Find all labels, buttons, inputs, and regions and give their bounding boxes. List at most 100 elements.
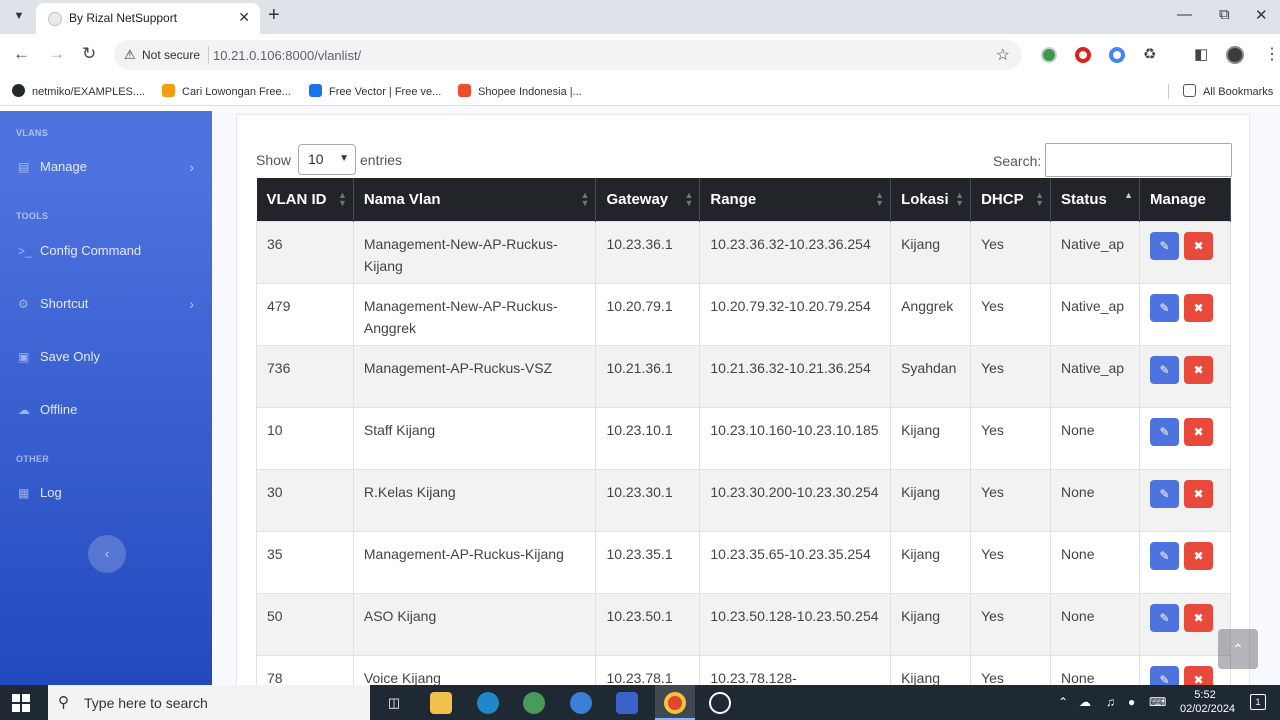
edit-button[interactable]: ✎ [1149,417,1179,446]
browser-tab[interactable]: By Rizal NetSupport ✕ [36,3,260,34]
edit-button[interactable]: ✎ [1149,293,1179,322]
column-header[interactable]: Range ▲ ▼ [699,178,892,221]
task-view-icon[interactable]: ◫ [383,692,405,714]
table-row: 35 Management-AP-Ruckus-Kijang 10.23.35.1 1… [256,530,1232,594]
delete-button[interactable]: ✖ [1183,603,1213,632]
tab-title: By Rizal NetSupport [69,11,178,25]
keyboard-icon[interactable]: ⌨ [1149,695,1166,709]
opera-icon[interactable] [1075,47,1091,63]
tab-strip: ▼ By Rizal NetSupport ✕ + — ⧉ ✕ [0,0,1280,34]
table-cell: 10.20.79.1 [595,282,701,346]
sidebar-item-manage[interactable]: ▤ Manage › [18,159,198,181]
all-bookmarks-button[interactable]: All Bookmarks [1183,84,1273,98]
taskbar-search-placeholder: Type here to search [84,695,208,711]
browser-menu-icon[interactable]: ⋮ [1264,44,1280,64]
delete-button[interactable]: ✖ [1183,479,1213,508]
taskbar-search[interactable]: ⚲ Type here to search [48,685,370,720]
table-cell: Yes [970,530,1052,594]
delete-button[interactable]: ✖ [1183,293,1213,322]
app-icon[interactable] [523,692,545,714]
extension-green-icon[interactable] [1041,47,1057,63]
sidebar-item-save-only[interactable]: ▣ Save Only [18,349,198,371]
sidebar-item-config-command[interactable]: >_ Config Command [18,243,198,265]
bookmark-netmiko[interactable]: netmiko/EXAMPLES.... [12,84,145,98]
table-row: 36 Management-New-AP-Ruckus-Kijang 10.23.3… [256,220,1232,284]
bookmark-shopee[interactable]: Shopee Indonesia |... [458,84,582,98]
edit-button[interactable]: ✎ [1149,231,1179,260]
sort-icon: ▲ ▼ [955,190,965,208]
search-input[interactable] [1045,143,1232,177]
side-panel-icon[interactable]: ◧ [1194,45,1208,63]
delete-button[interactable]: ✖ [1183,541,1213,570]
column-header[interactable]: Nama Vlan ▲ ▼ [353,178,597,221]
divider [1168,84,1169,99]
extension-blue-icon[interactable] [1109,47,1125,63]
not-secure-label[interactable]: Not secure [142,48,200,62]
reload-icon[interactable]: ↻ [82,44,96,64]
url-text[interactable]: 10.21.0.106:8000/vlanlist/ [213,48,361,63]
sidebar-item-log[interactable]: ▦ Log [18,485,198,507]
table-cell: 10.23.50.1 [595,592,701,656]
chevron-up-icon: ⌃ [1232,641,1244,657]
tab-search-button[interactable]: ▼ [8,5,30,27]
forward-icon[interactable]: → [48,44,65,64]
table-cell: 10.20.79.32-10.20.79.254 [699,282,892,346]
delete-button[interactable]: ✖ [1183,355,1213,384]
column-header[interactable]: VLAN ID ▲ ▼ [256,178,354,221]
table-cell: 30 [256,468,354,532]
sidebar-item-shortcut[interactable]: ⚙ Shortcut › [18,296,198,318]
close-window-button[interactable]: ✕ [1255,6,1268,24]
delete-button[interactable]: ✖ [1183,231,1213,260]
bookmark-free-vector[interactable]: Free Vector | Free ve... [309,84,441,98]
column-header[interactable]: DHCP ▲ ▼ [970,178,1052,221]
edit-button[interactable]: ✎ [1149,355,1179,384]
table-cell: Yes [970,468,1052,532]
windows-taskbar: ⚲ Type here to search ◫ ⌃ ☁ ♫ ● ⌨ 5:52 0… [0,685,1280,720]
minimize-button[interactable]: — [1177,6,1192,23]
table-cell: 10.23.35.1 [595,530,701,594]
edit-button[interactable]: ✎ [1149,479,1179,508]
table-cell: Management-New-AP-Ruckus-Anggrek [352,282,597,346]
sidebar-toggle-button[interactable]: ‹ [88,535,126,573]
taskbar-clock[interactable]: 5:52 02/02/2024 [1180,688,1235,716]
entries-per-page-select[interactable]: 10 ▼ [298,144,356,175]
table-cell: None [1050,530,1140,594]
chevron-right-icon: › [189,296,194,312]
edit-button[interactable]: ✎ [1149,603,1179,632]
table-cell: Management-AP-Ruckus-VSZ [352,344,597,408]
bookmark-star-icon[interactable]: ☆ [996,45,1010,65]
column-header[interactable]: Status ▲ [1050,178,1140,221]
bookmark-cari-lowongan[interactable]: Cari Lowongan Free... [162,84,291,98]
sort-icon: ▲ ▼ [684,190,694,208]
sort-icon: ▲ ▼ [580,190,590,208]
network-icon[interactable]: ☁ [1079,695,1091,709]
app-icon[interactable] [709,692,731,714]
edit-button[interactable]: ✎ [1149,541,1179,570]
new-tab-button[interactable]: + [268,5,280,25]
table-cell: Kijang [890,592,972,656]
volume-icon[interactable]: ♫ [1106,695,1115,709]
address-bar[interactable]: ⚠ Not secure 10.21.0.106:8000/vlanlist/ … [114,40,1022,70]
file-explorer-icon[interactable] [430,692,452,714]
windows-start-icon[interactable] [12,694,30,712]
chrome-icon[interactable] [664,692,686,714]
app-icon[interactable] [570,692,592,714]
show-label: Show [256,152,292,168]
column-header[interactable]: Gateway ▲ ▼ [595,178,701,221]
table-cell: Management-AP-Ruckus-Kijang [352,530,597,594]
profile-avatar[interactable] [1226,46,1244,64]
restore-button[interactable]: ⧉ [1219,6,1230,23]
scroll-to-top-button[interactable]: ⌃ [1218,629,1258,669]
edge-icon[interactable] [477,692,499,714]
chevron-up-icon[interactable]: ⌃ [1058,695,1068,709]
extensions-puzzle-icon[interactable]: ♻ [1143,45,1156,63]
sidebar-heading-tools: TOOLS [16,211,49,221]
back-icon[interactable]: ← [13,44,30,64]
delete-button[interactable]: ✖ [1183,417,1213,446]
notification-icon[interactable]: 1 [1250,694,1266,710]
tab-close-icon[interactable]: ✕ [238,9,250,26]
microphone-icon[interactable]: ● [1128,695,1135,709]
sidebar-item-offline[interactable]: ☁ Offline [18,402,198,424]
network-app-icon[interactable] [616,692,638,714]
column-header[interactable]: Lokasi ▲ ▼ [890,178,972,221]
